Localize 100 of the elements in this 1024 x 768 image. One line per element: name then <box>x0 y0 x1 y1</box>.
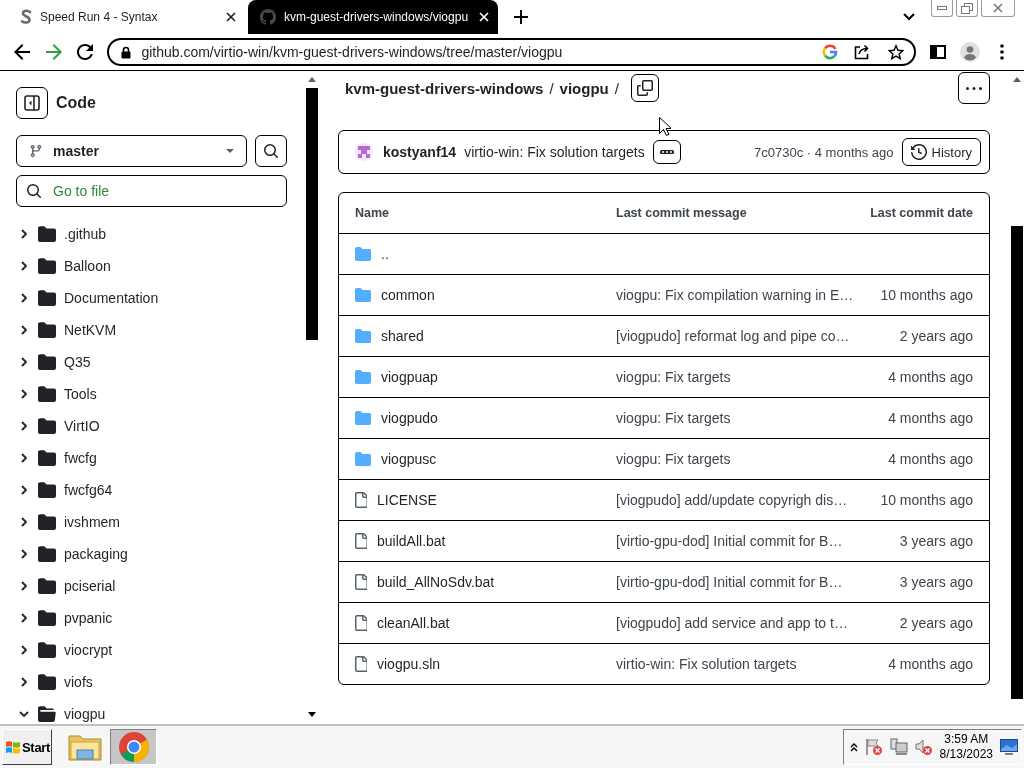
file-name-link[interactable]: buildAll.bat <box>377 533 446 549</box>
bookmark-star-button[interactable] <box>886 42 907 62</box>
taskbar-app-button[interactable] <box>110 729 157 765</box>
copy-path-button[interactable] <box>630 74 659 102</box>
branch-select[interactable]: master <box>16 135 247 167</box>
file-icon <box>355 656 367 672</box>
search-button[interactable] <box>255 135 287 167</box>
back-button[interactable] <box>12 42 32 62</box>
folder-icon <box>38 578 56 594</box>
tree-item[interactable]: VirtIO <box>16 410 287 442</box>
minimize-button[interactable] <box>931 0 953 17</box>
commit-date: 10 months ago <box>880 492 973 508</box>
tree-item[interactable]: NetKVM <box>16 314 287 346</box>
folder-name-link[interactable]: viogpudo <box>381 410 438 426</box>
tree-item[interactable]: fwcfg <box>16 442 287 474</box>
commit-message-link[interactable]: virtio-win: Fix solution targets <box>464 144 645 160</box>
tray-expand-icon[interactable] <box>849 742 858 752</box>
file-name-link[interactable]: cleanAll.bat <box>377 615 450 631</box>
folder-icon <box>38 610 56 626</box>
scroll-down-arrow-icon[interactable] <box>307 712 316 717</box>
start-button[interactable]: Start <box>2 729 52 765</box>
commit-message-link[interactable]: viogpu: Fix targets <box>616 451 731 467</box>
sidebar-title: Code <box>56 94 96 112</box>
more-options-button[interactable] <box>958 72 990 104</box>
folder-icon <box>38 290 56 306</box>
reload-button[interactable] <box>75 42 96 62</box>
scrollbar-thumb[interactable] <box>1011 226 1023 699</box>
collapse-sidebar-button[interactable] <box>16 87 48 119</box>
commit-message-link[interactable]: viogpu: Fix compilation warning in E… <box>616 287 854 303</box>
commit-sha-age[interactable]: 7c0730c · 4 months ago <box>754 144 894 160</box>
caret-down-icon <box>226 149 234 153</box>
commit-message-link[interactable]: [viogpudo] add/update copyrigh dis… <box>616 492 848 508</box>
folder-name-link[interactable]: common <box>381 287 435 303</box>
commit-date: 4 months ago <box>888 656 973 672</box>
file-name-link[interactable]: viogpu.sln <box>377 656 441 672</box>
close-window-button[interactable] <box>981 0 1015 17</box>
tree-item[interactable]: Balloon <box>16 250 287 282</box>
commit-message-link[interactable]: [viogpudo] add service and app to t… <box>616 615 848 631</box>
browser-tab[interactable]: kvm-guest-drivers-windows/viogpu <box>248 0 499 34</box>
scrollbar-thumb[interactable] <box>305 88 318 340</box>
tree-item[interactable]: viogpu <box>16 698 287 724</box>
folder-name-link[interactable]: shared <box>381 328 424 344</box>
network-icon[interactable] <box>889 738 908 756</box>
history-button[interactable]: History <box>901 138 981 166</box>
file-name-link[interactable]: LICENSE <box>377 492 437 508</box>
breadcrumb-current: viogpu <box>559 79 609 97</box>
folder-name-link[interactable]: viogpusc <box>381 451 437 467</box>
tree-item[interactable]: packaging <box>16 538 287 570</box>
commit-message-link[interactable]: [virtio-gpu-dod] Initial commit for B… <box>616 574 843 590</box>
show-desktop-icon[interactable] <box>1000 739 1018 755</box>
folder-name-link[interactable]: viogpuap <box>381 369 438 385</box>
commit-date: 2 years ago <box>899 615 973 631</box>
tree-item[interactable]: viocrypt <box>16 634 287 666</box>
breadcrumb-link[interactable]: kvm-guest-drivers-windows <box>345 79 544 97</box>
search-icon <box>26 183 42 199</box>
flag-error-icon[interactable] <box>864 738 883 756</box>
go-to-file-field[interactable]: Go to file <box>16 175 287 207</box>
scroll-up-arrow-icon[interactable] <box>307 77 316 82</box>
expand-message-button[interactable] <box>652 140 681 164</box>
tree-item[interactable]: Q35 <box>16 346 287 378</box>
minimize-icon <box>937 6 947 10</box>
tree-item[interactable]: .github <box>16 218 287 250</box>
address-bar[interactable]: github.com/virtio-win/kvm-guest-drivers-windows/tree/master/viogpu <box>107 38 917 66</box>
commit-message-link[interactable]: viogpu: Fix targets <box>616 410 731 426</box>
menu-dots-icon <box>1000 44 1005 60</box>
tree-item[interactable]: Documentation <box>16 282 287 314</box>
profile-button[interactable] <box>960 42 981 62</box>
copy-icon <box>636 80 653 96</box>
tree-item[interactable]: pvpanic <box>16 602 287 634</box>
commit-message-link[interactable]: [virtio-gpu-dod] Initial commit for B… <box>616 533 843 549</box>
breadcrumb-separator: / <box>549 79 554 97</box>
folder-icon <box>38 514 56 530</box>
speaker-muted-icon[interactable] <box>914 738 933 756</box>
commit-author-link[interactable]: kostyanf14 <box>383 144 457 160</box>
commit-message-link[interactable]: viogpu: Fix targets <box>616 369 731 385</box>
tree-item[interactable]: fwcfg64 <box>16 474 287 506</box>
folder-icon <box>38 418 56 434</box>
file-name-link[interactable]: build_AllNoSdv.bat <box>377 574 495 590</box>
share-icon <box>854 44 871 60</box>
restore-button[interactable] <box>956 0 978 17</box>
commit-message-link[interactable]: [viogpudo] reformat log and pipe co… <box>616 328 850 344</box>
scroll-up-arrow-icon[interactable] <box>1013 77 1021 82</box>
side-panel-button[interactable] <box>928 42 949 62</box>
side-panel-icon <box>930 45 947 59</box>
folder-name-link[interactable]: .. <box>381 246 389 262</box>
column-header: Name <box>355 206 391 220</box>
breadcrumb-separator: / <box>614 79 619 97</box>
forward-button[interactable] <box>43 42 64 62</box>
tree-item[interactable]: viofs <box>16 666 287 698</box>
sidebar-panel-icon <box>24 95 40 111</box>
back-arrow-icon <box>13 44 30 60</box>
tree-item[interactable]: pciserial <box>16 570 287 602</box>
file-icon <box>355 533 367 549</box>
clock-button[interactable]: 3:59 AM 8/13/2023 <box>939 732 993 762</box>
lock-icon <box>121 45 132 59</box>
url-text: github.com/virtio-win/kvm-guest-drivers-windows/tree/master/viogpu <box>141 44 563 60</box>
commit-date: 3 years ago <box>899 574 973 590</box>
tree-item[interactable]: ivshmem <box>16 506 287 538</box>
tree-item[interactable]: Tools <box>16 378 287 410</box>
commit-message-link[interactable]: virtio-win: Fix solution targets <box>616 656 797 672</box>
